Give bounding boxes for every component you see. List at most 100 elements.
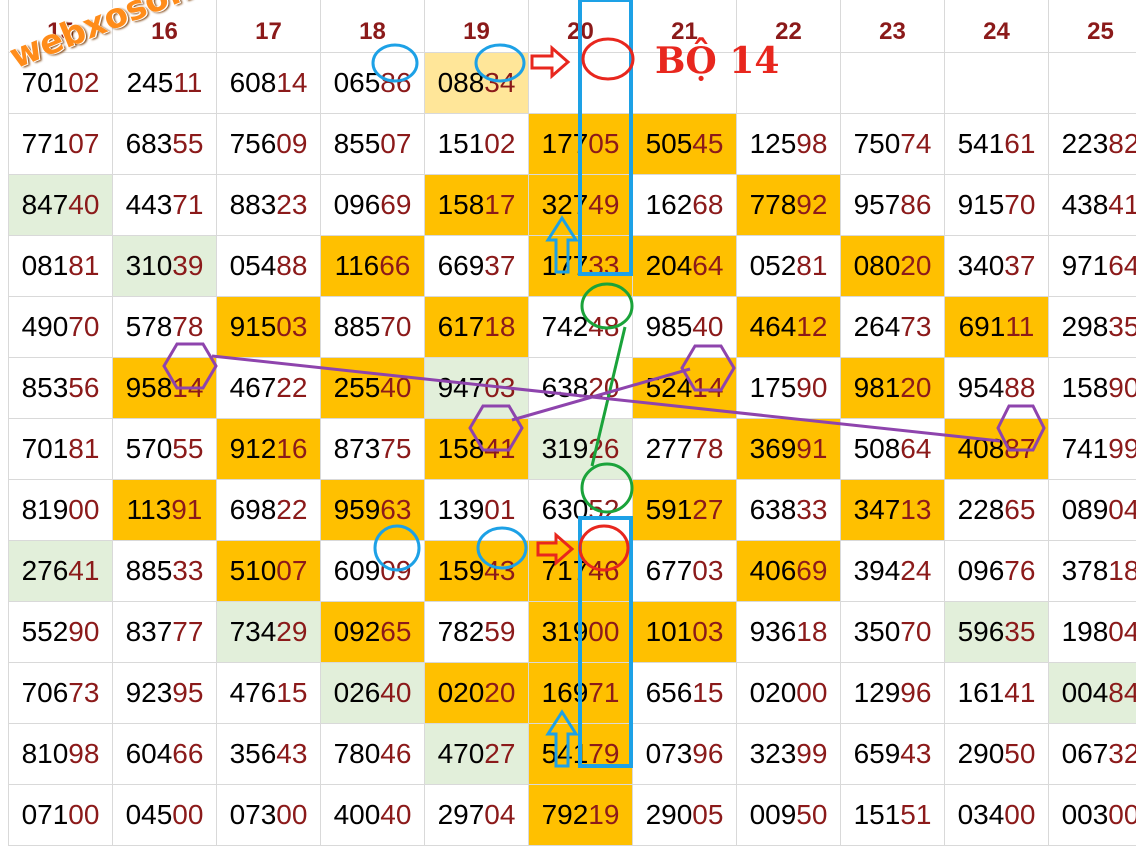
grid-cell: 400 40 <box>321 785 425 846</box>
grid-cell: 609 09 <box>321 541 425 602</box>
grid-cell: 936 18 <box>737 602 841 663</box>
grid-cell: 045 00 <box>113 785 217 846</box>
grid-cell: 204 64 <box>633 236 737 297</box>
grid-cell: 912 16 <box>217 419 321 480</box>
grid-cell: 591 27 <box>633 480 737 541</box>
grid-cell: 508 64 <box>841 419 945 480</box>
grid-cell: 101 03 <box>633 602 737 663</box>
grid-cell: 638 20 <box>529 358 633 419</box>
grid-cell: 37818 <box>1049 541 1136 602</box>
grid-cell: 065 86 <box>321 53 425 114</box>
grid-cell: 981 20 <box>841 358 945 419</box>
grid-cell: 883 23 <box>217 175 321 236</box>
grid-cell: 08904 <box>1049 480 1136 541</box>
grid-cell: 080 20 <box>841 236 945 297</box>
grid-cell: 22382 <box>1049 114 1136 175</box>
grid-cell: 158 41 <box>425 419 529 480</box>
grid-cell: 026 40 <box>321 663 425 724</box>
grid-cell: 873 75 <box>321 419 425 480</box>
grid-cell: 885 33 <box>113 541 217 602</box>
column-header: 25 <box>1049 0 1136 53</box>
grid-cell: 947 03 <box>425 358 529 419</box>
column-header: 20 <box>529 0 633 53</box>
grid-cell: 020 20 <box>425 663 529 724</box>
grid-cell: 15890 <box>1049 358 1136 419</box>
grid-cell: 915 03 <box>217 297 321 358</box>
grid-cell: 596 35 <box>945 602 1049 663</box>
grid-cell: 855 07 <box>321 114 425 175</box>
grid-cell: 073 00 <box>217 785 321 846</box>
grid-cell: 578 78 <box>113 297 217 358</box>
grid-cell: 608 14 <box>217 53 321 114</box>
grid-cell: 771 07 <box>9 114 113 175</box>
grid-cell: 19804 <box>1049 602 1136 663</box>
column-header: 23 <box>841 0 945 53</box>
grid-cell: 323 99 <box>737 724 841 785</box>
grid-cell: 552 90 <box>9 602 113 663</box>
grid-cell: 885 70 <box>321 297 425 358</box>
column-header: 24 <box>945 0 1049 53</box>
grid-cell: 034 00 <box>945 785 1049 846</box>
grid-cell: 780 46 <box>321 724 425 785</box>
grid-cell: 782 59 <box>425 602 529 663</box>
grid-cell: 669 37 <box>425 236 529 297</box>
grid-cell: 071 00 <box>9 785 113 846</box>
grid-cell: 151 02 <box>425 114 529 175</box>
grid-cell: 06732 <box>1049 724 1136 785</box>
grid-cell: 505 45 <box>633 114 737 175</box>
grid-cell: 958 14 <box>113 358 217 419</box>
grid-cell: 847 40 <box>9 175 113 236</box>
grid-cell: 750 74 <box>841 114 945 175</box>
grid-cell <box>841 53 945 114</box>
grid-cell: 959 63 <box>321 480 425 541</box>
grid-cell: 464 12 <box>737 297 841 358</box>
grid-cell: 915 70 <box>945 175 1049 236</box>
grid-cell: 350 70 <box>841 602 945 663</box>
grid-cell: 837 77 <box>113 602 217 663</box>
grid-cell: 161 41 <box>945 663 1049 724</box>
grid-cell: 701 81 <box>9 419 113 480</box>
grid-cell: 476 15 <box>217 663 321 724</box>
grid-cell: 319 26 <box>529 419 633 480</box>
grid-cell: 957 86 <box>841 175 945 236</box>
grid-cell: 347 13 <box>841 480 945 541</box>
grid-cell: 443 71 <box>113 175 217 236</box>
grid-cell: 29835 <box>1049 297 1136 358</box>
grid-cell: 340 37 <box>945 236 1049 297</box>
grid-cell: 327 49 <box>529 175 633 236</box>
grid-cell: 74199 <box>1049 419 1136 480</box>
grid-cell: 356 43 <box>217 724 321 785</box>
grid-cell: 659 43 <box>841 724 945 785</box>
grid-cell: 096 69 <box>321 175 425 236</box>
column-header: 19 <box>425 0 529 53</box>
grid-cell: 369 91 <box>737 419 841 480</box>
grid-cell: 162 68 <box>633 175 737 236</box>
grid-cell: 717 46 <box>529 541 633 602</box>
grid-cell: 408 87 <box>945 419 1049 480</box>
grid-cell: 570 55 <box>113 419 217 480</box>
grid-cell: 524 14 <box>633 358 737 419</box>
grid-cell: 054 88 <box>217 236 321 297</box>
grid-cell: 683 55 <box>113 114 217 175</box>
grid-cell: 00484 <box>1049 663 1136 724</box>
grid-cell: 985 40 <box>633 297 737 358</box>
grid-cell: 819 00 <box>9 480 113 541</box>
grid-cell: 638 33 <box>737 480 841 541</box>
result-grid: 15 16 17 18 19 20 21 22 23 24 25 701 02 245 11 608 14 065… <box>8 0 1136 846</box>
grid-cell: 088 34 <box>425 53 529 114</box>
grid-cell: 116 66 <box>321 236 425 297</box>
grid-cell: 541 79 <box>529 724 633 785</box>
grid-cell: 020 00 <box>737 663 841 724</box>
grid-cell: 706 73 <box>9 663 113 724</box>
grid-cell: 290 05 <box>633 785 737 846</box>
grid-cell: 139 01 <box>425 480 529 541</box>
grid-cell: 169 71 <box>529 663 633 724</box>
grid-cell: 954 88 <box>945 358 1049 419</box>
grid-cell: 923 95 <box>113 663 217 724</box>
grid-cell: 297 04 <box>425 785 529 846</box>
grid-cell: 677 03 <box>633 541 737 602</box>
grid-cell: 255 40 <box>321 358 425 419</box>
grid-cell: 656 15 <box>633 663 737 724</box>
grid-cell: 541 61 <box>945 114 1049 175</box>
grid-cell: 276 41 <box>9 541 113 602</box>
